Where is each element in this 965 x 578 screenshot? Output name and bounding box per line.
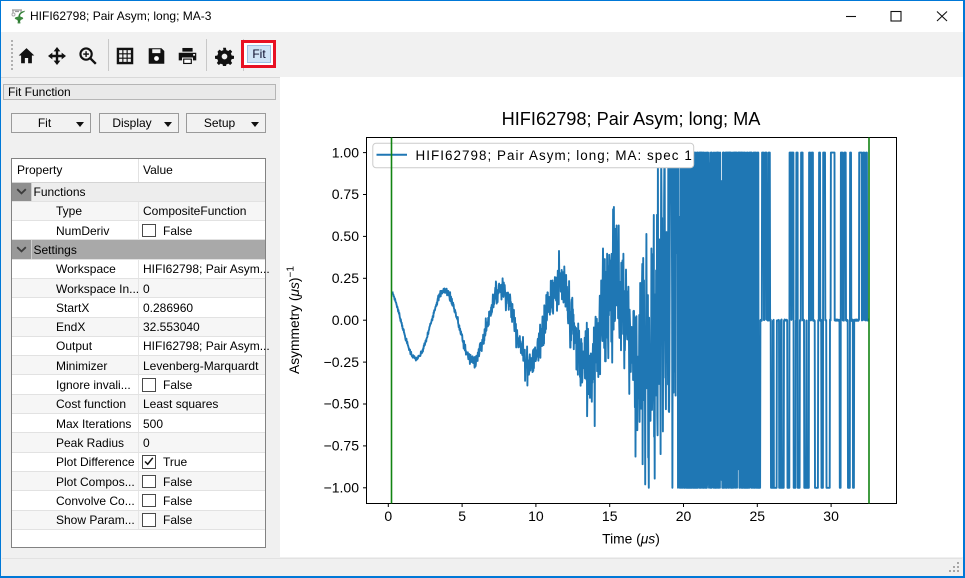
svg-text:0.25: 0.25 bbox=[332, 270, 359, 286]
svg-text:0.00: 0.00 bbox=[332, 312, 359, 328]
svg-text:−0.50: −0.50 bbox=[324, 396, 360, 412]
svg-text:HIFI62798; Pair Asym; long; MA: HIFI62798; Pair Asym; long; MA bbox=[502, 109, 762, 129]
svg-text:15: 15 bbox=[602, 508, 618, 524]
svg-text:Asymmetry (μs)−1: Asymmetry (μs)−1 bbox=[286, 266, 303, 374]
svg-text:1.00: 1.00 bbox=[332, 144, 359, 160]
svg-text:10: 10 bbox=[528, 508, 544, 524]
svg-text:−0.25: −0.25 bbox=[324, 354, 360, 370]
svg-text:Time (μs): Time (μs) bbox=[602, 532, 660, 547]
svg-text:5: 5 bbox=[458, 508, 466, 524]
svg-text:HIFI62798; Pair Asym; long; MA: HIFI62798; Pair Asym; long; MA: spec 1 bbox=[416, 148, 693, 163]
svg-text:20: 20 bbox=[676, 508, 692, 524]
svg-text:0.50: 0.50 bbox=[332, 228, 359, 244]
svg-text:25: 25 bbox=[750, 508, 766, 524]
svg-text:−1.00: −1.00 bbox=[324, 480, 360, 496]
svg-text:30: 30 bbox=[823, 508, 839, 524]
svg-text:0.75: 0.75 bbox=[332, 186, 359, 202]
svg-text:−0.75: −0.75 bbox=[324, 438, 360, 454]
svg-text:0: 0 bbox=[384, 508, 392, 524]
